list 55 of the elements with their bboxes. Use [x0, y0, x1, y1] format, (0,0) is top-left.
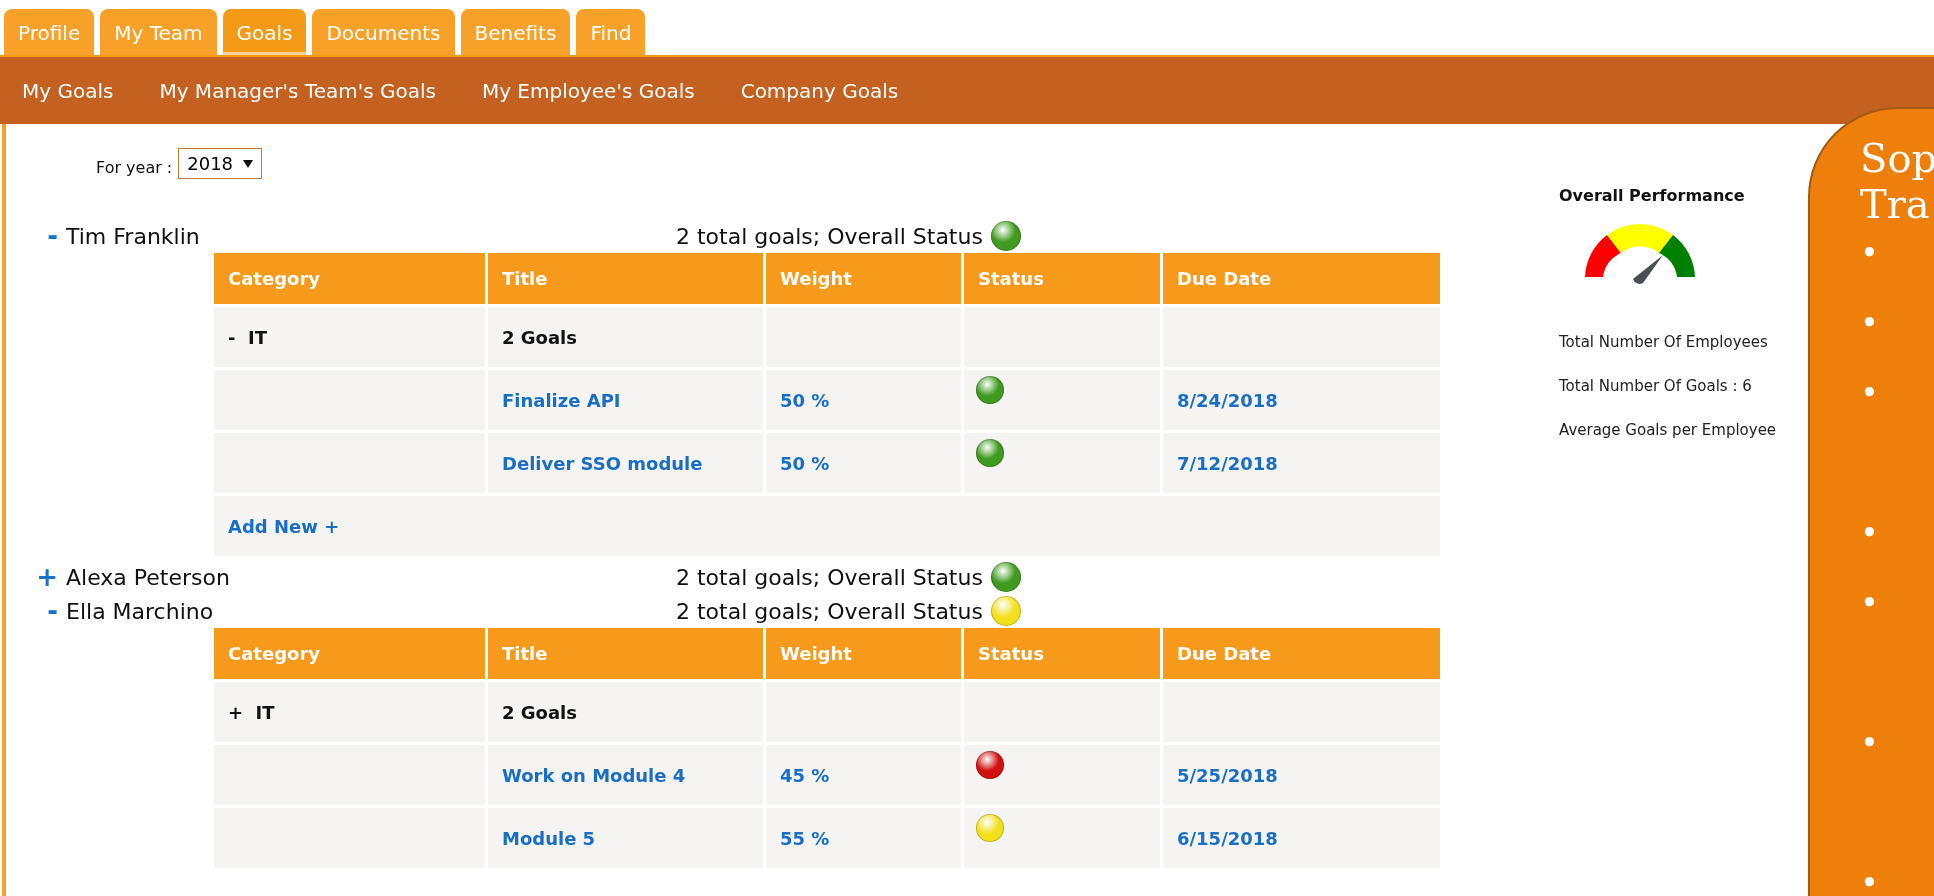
due-date-cell: 5/25/2018 — [1163, 745, 1440, 805]
column-header: Status — [964, 628, 1160, 679]
category-cell[interactable]: - IT — [214, 307, 485, 367]
category-cell[interactable]: + IT — [214, 682, 485, 742]
stat-text: Total Number Of Goals : 6 — [1559, 377, 1753, 395]
column-header: Status — [964, 253, 1160, 304]
bullet-mark: • — [1860, 723, 1880, 764]
goal-count-cell: 2 Goals — [488, 682, 763, 742]
bullet-mark: • — [1860, 863, 1880, 896]
year-select[interactable]: 2018 — [178, 148, 263, 179]
bullet-mark: • — [1860, 373, 1880, 414]
goal-title-link[interactable]: Work on Module 4 — [488, 745, 763, 805]
goal-summary: 2 total goals; Overall Status — [676, 223, 983, 249]
weight-cell: 45 % — [766, 745, 961, 805]
stat-text: Total Number Of Employees — [1559, 333, 1769, 351]
subnav-link[interactable]: My Goals — [22, 78, 114, 103]
goal-count-cell: 2 Goals — [488, 307, 763, 367]
callout-heading: Tra — [1860, 181, 1931, 227]
due-date-cell: 7/12/2018 — [1163, 433, 1440, 493]
bullet-mark: • — [1860, 583, 1880, 624]
employee-name: Alexa Peterson — [66, 564, 231, 590]
employee-name: Ella Marchino — [66, 598, 215, 624]
subnav-link[interactable]: My Manager's Team's Goals — [159, 78, 436, 103]
expand-toggle[interactable]: - — [47, 598, 66, 624]
column-header: Due Date — [1163, 253, 1440, 304]
stat-text: Average Goals per Employee — [1559, 421, 1777, 439]
caret-icon — [243, 159, 254, 168]
column-header: Weight — [766, 253, 961, 304]
due-date-cell: 8/24/2018 — [1163, 370, 1440, 430]
weight-cell: 50 % — [766, 433, 961, 493]
bullet-mark: • — [1860, 233, 1880, 274]
bullet-mark: • — [1860, 513, 1880, 554]
subnav-link[interactable]: My Employee's Goals — [481, 78, 695, 103]
column-header: Title — [488, 628, 763, 679]
column-header: Category — [214, 628, 485, 679]
expand-toggle[interactable]: + — [36, 564, 66, 590]
weight-cell: 55 % — [766, 808, 961, 868]
expand-toggle[interactable]: - — [47, 223, 66, 249]
subnav-link[interactable]: Company Goals — [740, 78, 899, 103]
column-header: Category — [214, 253, 485, 304]
goal-title-link[interactable]: Deliver SSO module — [488, 433, 763, 493]
due-date-cell: 6/15/2018 — [1163, 808, 1440, 868]
year-label: For year : — [96, 158, 173, 179]
goal-title-link[interactable]: Finalize API — [488, 370, 763, 430]
column-header: Weight — [766, 628, 961, 679]
performance-title: Overall Performance — [1559, 186, 1746, 205]
bullet-mark: • — [1860, 303, 1880, 344]
employee-name: Tim Franklin — [66, 223, 201, 249]
column-header: Title — [488, 253, 763, 304]
goal-summary: 2 total goals; Overall Status — [676, 598, 983, 624]
goal-summary: 2 total goals; Overall Status — [676, 564, 983, 590]
column-header: Due Date — [1163, 628, 1440, 679]
weight-cell: 50 % — [766, 370, 961, 430]
add-new-link[interactable]: Add New + — [228, 515, 340, 537]
goal-title-link[interactable]: Module 5 — [488, 808, 763, 868]
